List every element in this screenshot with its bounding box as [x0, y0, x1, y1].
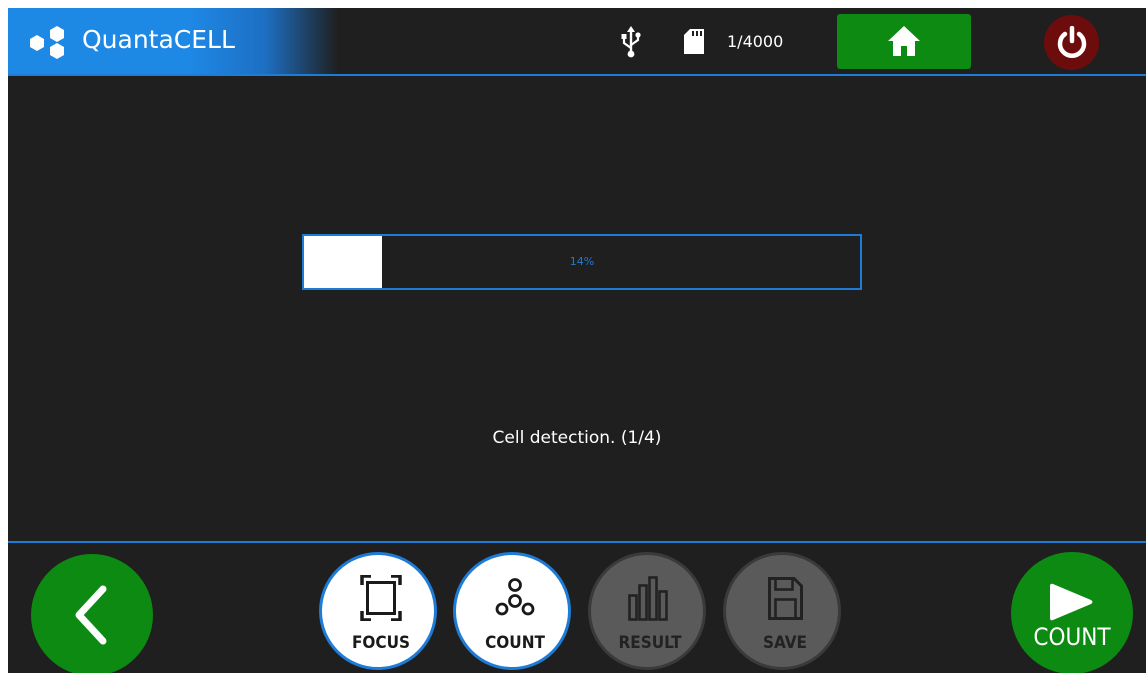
result-button[interactable]: RESULT [588, 552, 706, 670]
result-label: RESULT [618, 633, 682, 653]
count-mode-label: COUNT [485, 633, 545, 653]
cells-icon [495, 578, 535, 616]
hexagon-cluster-logo-icon [30, 26, 64, 59]
back-button[interactable] [31, 554, 153, 673]
count-start-label: COUNT [1033, 623, 1111, 651]
focus-mode-button[interactable]: FOCUS [319, 552, 437, 670]
count-mode-button[interactable]: COUNT [453, 552, 571, 670]
status-message: Cell detection. (1/4) [492, 428, 662, 448]
app-screen: QuantaCELL 1/4000 14% Cell detection. (1… [8, 8, 1146, 673]
save-label: SAVE [763, 633, 807, 653]
sd-card-icon [684, 29, 704, 54]
logo-area: QuantaCELL [8, 8, 338, 74]
bar-chart-icon [628, 576, 668, 621]
footer-divider [8, 541, 1146, 543]
focus-frame-icon [360, 575, 402, 621]
home-icon [888, 26, 920, 56]
save-button[interactable]: SAVE [723, 552, 841, 670]
home-button[interactable] [837, 14, 971, 69]
app-title: QuantaCELL [82, 25, 235, 54]
power-button[interactable] [1044, 15, 1099, 70]
count-start-button[interactable]: COUNT [1011, 552, 1133, 673]
play-icon [1050, 583, 1093, 621]
floppy-disk-icon [768, 577, 803, 620]
chevron-left-icon [75, 585, 107, 645]
progress-bar: 14% [302, 234, 862, 290]
focus-label: FOCUS [351, 633, 411, 653]
count-indicator: 1/4000 [727, 32, 784, 51]
progress-percent-label: 14% [569, 255, 595, 268]
top-bar: QuantaCELL 1/4000 [8, 8, 1146, 74]
usb-icon [621, 26, 641, 58]
power-icon [1057, 26, 1087, 58]
header-divider [8, 74, 1146, 76]
